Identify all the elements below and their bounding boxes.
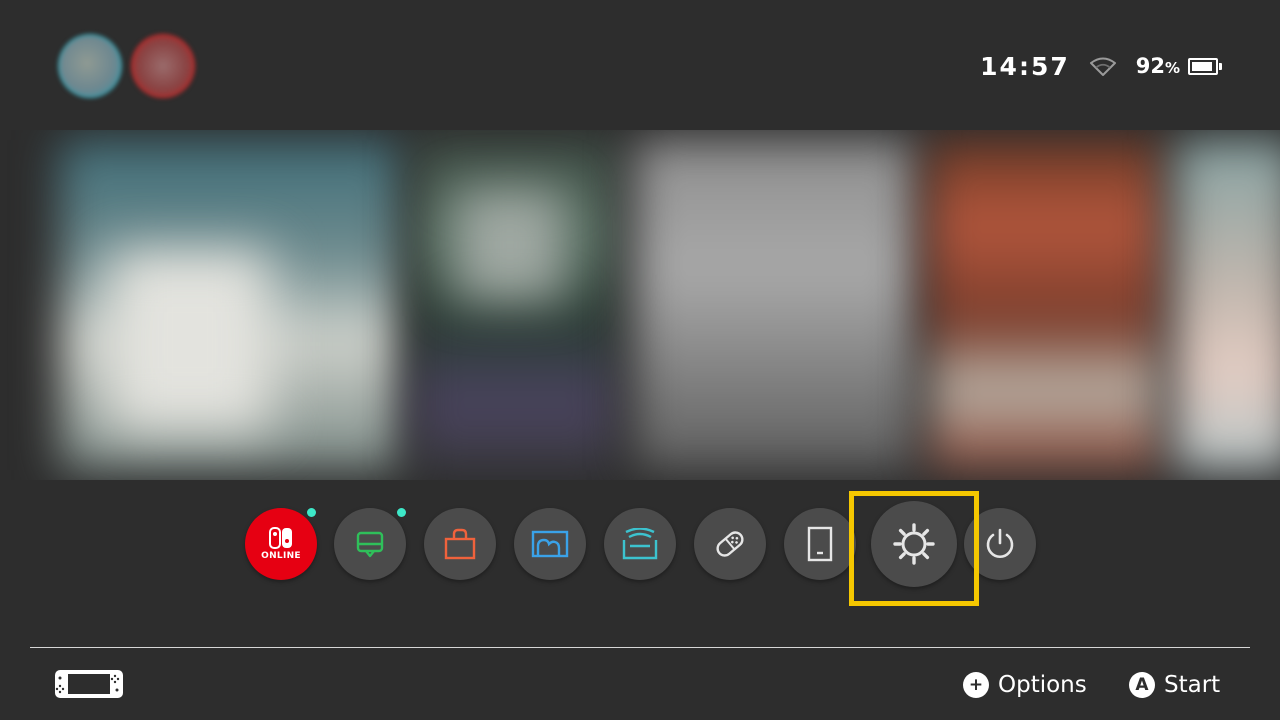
battery-percentage-value: 92 [1135, 54, 1165, 78]
news-button[interactable] [334, 508, 406, 580]
options-hint[interactable]: + Options [963, 668, 1087, 702]
wifi-icon [1088, 55, 1118, 77]
album-button[interactable] [514, 508, 586, 580]
start-hint[interactable]: A Start [1129, 668, 1220, 702]
tablet-icon [807, 526, 833, 562]
battery-percentage: 92% [1136, 54, 1180, 78]
game-tile-1-highlight [110, 250, 270, 430]
clock: 14:57 [980, 51, 1070, 81]
plus-button-icon: + [963, 672, 989, 698]
battery-status: 92% [1136, 54, 1222, 78]
controller-icon [716, 531, 744, 557]
home-screen: 14:57 92% ONLINE + Options A Start [0, 0, 1280, 720]
start-label: Start [1164, 672, 1221, 698]
battery-icon [1188, 57, 1222, 75]
battery-percentage-symbol: % [1164, 59, 1180, 77]
power-icon [986, 528, 1014, 558]
shopping-bag-icon [444, 528, 476, 560]
switch-online-icon [269, 527, 292, 549]
handheld-mode-icon [54, 669, 124, 699]
screen-capture-button[interactable] [784, 508, 856, 580]
user-avatar-1[interactable] [60, 36, 120, 96]
gear-icon [893, 523, 935, 565]
controllers-button[interactable] [694, 508, 766, 580]
online-label: ONLINE [261, 551, 301, 561]
game-carousel [0, 130, 1280, 480]
game-tile-4[interactable] [930, 140, 1160, 470]
footer-divider [30, 647, 1250, 648]
notification-dot [397, 508, 406, 517]
notification-dot [307, 508, 316, 517]
eshop-button[interactable] [424, 508, 496, 580]
status-bar: 14:57 92% [980, 50, 1222, 82]
sleep-mode-button[interactable] [964, 508, 1036, 580]
album-icon [531, 530, 569, 558]
game-tile-5[interactable] [1175, 140, 1280, 470]
parental-controls-button[interactable] [604, 508, 676, 580]
game-tile-2-highlight [455, 190, 565, 300]
user-avatar-2[interactable] [133, 36, 193, 96]
game-tile-3[interactable] [635, 140, 915, 470]
options-label: Options [998, 672, 1087, 698]
nintendo-switch-online-button[interactable]: ONLINE [245, 508, 317, 580]
parental-controls-icon [622, 528, 658, 560]
battery-level-fill [1192, 61, 1212, 71]
system-settings-button[interactable] [871, 501, 957, 587]
a-button-icon: A [1129, 672, 1155, 698]
home-menu-dock: ONLINE [0, 501, 1280, 587]
news-icon [356, 531, 384, 558]
